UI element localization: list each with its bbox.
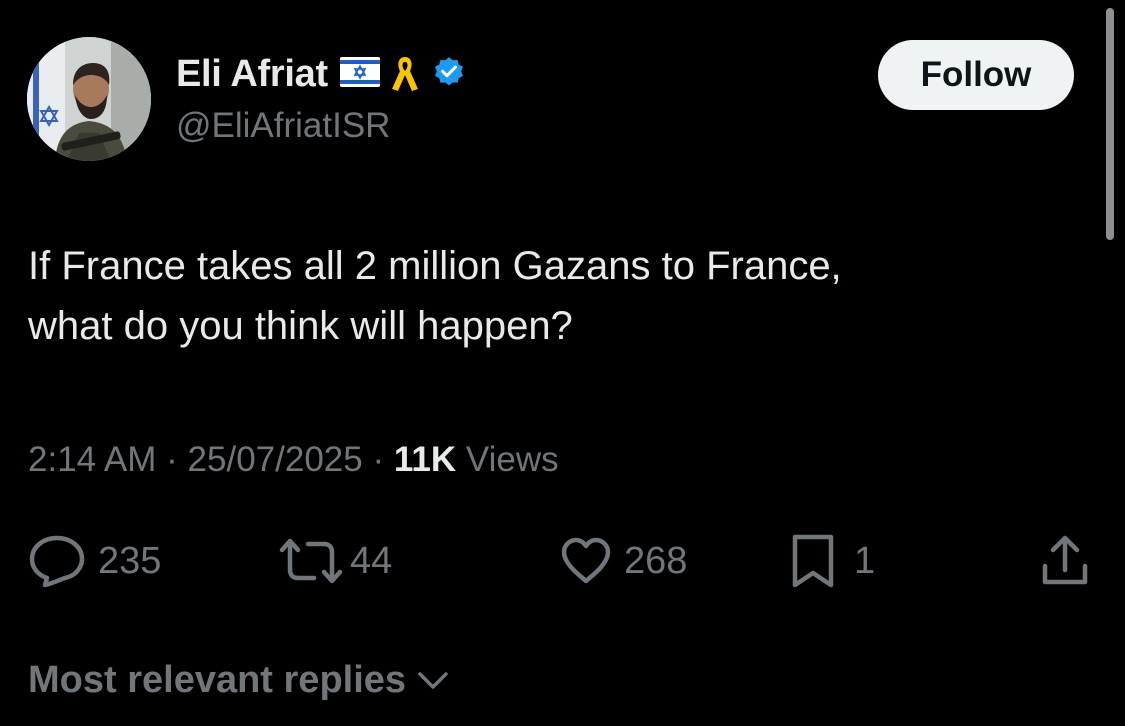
chevron-down-icon xyxy=(416,659,450,702)
verified-badge-icon[interactable] xyxy=(432,55,466,94)
author-name-row: Eli Afriat xyxy=(176,50,466,98)
share-button[interactable] xyxy=(1040,533,1090,589)
views-label: Views xyxy=(465,440,559,479)
scrollbar[interactable] xyxy=(1106,8,1114,240)
views-count: 11K xyxy=(393,440,457,479)
reply-bubble-icon xyxy=(28,534,86,588)
like-button[interactable]: 268 xyxy=(560,533,687,589)
bookmark-icon xyxy=(790,533,836,589)
heart-icon xyxy=(560,537,612,585)
tweet-metadata: 2:14 AM · 25/07/2025 · 11K Views xyxy=(28,440,559,480)
tweet-text: If France takes all 2 million Gazans to … xyxy=(28,236,1088,356)
israel-flag-icon xyxy=(339,56,380,92)
bookmark-count: 1 xyxy=(854,539,876,582)
replies-sort-label: Most relevant replies xyxy=(28,658,407,701)
meta-separator: · xyxy=(166,440,178,479)
author-handle[interactable]: @EliAfriatISR xyxy=(176,106,390,146)
yellow-ribbon-icon xyxy=(390,51,420,98)
reply-button[interactable]: 235 xyxy=(28,533,161,589)
follow-button[interactable]: Follow xyxy=(878,40,1074,110)
tweet-text-line: If France takes all 2 million Gazans to … xyxy=(28,244,842,288)
repost-count: 44 xyxy=(350,539,393,582)
reply-count: 235 xyxy=(98,539,162,582)
repost-button[interactable]: 44 xyxy=(278,533,392,589)
repost-icon xyxy=(278,536,344,586)
like-count: 268 xyxy=(624,539,688,582)
avatar[interactable] xyxy=(27,37,151,161)
tweet-text-line: what do you think will happen? xyxy=(28,304,573,348)
tweet-time[interactable]: 2:14 AM xyxy=(28,440,156,479)
share-icon xyxy=(1040,534,1090,588)
author-display-name[interactable]: Eli Afriat xyxy=(176,53,328,96)
bookmark-button[interactable]: 1 xyxy=(790,533,875,589)
tweet-date[interactable]: 25/07/2025 xyxy=(188,440,363,479)
replies-sort-dropdown[interactable]: Most relevant replies xyxy=(28,654,450,706)
meta-separator: · xyxy=(372,440,385,479)
